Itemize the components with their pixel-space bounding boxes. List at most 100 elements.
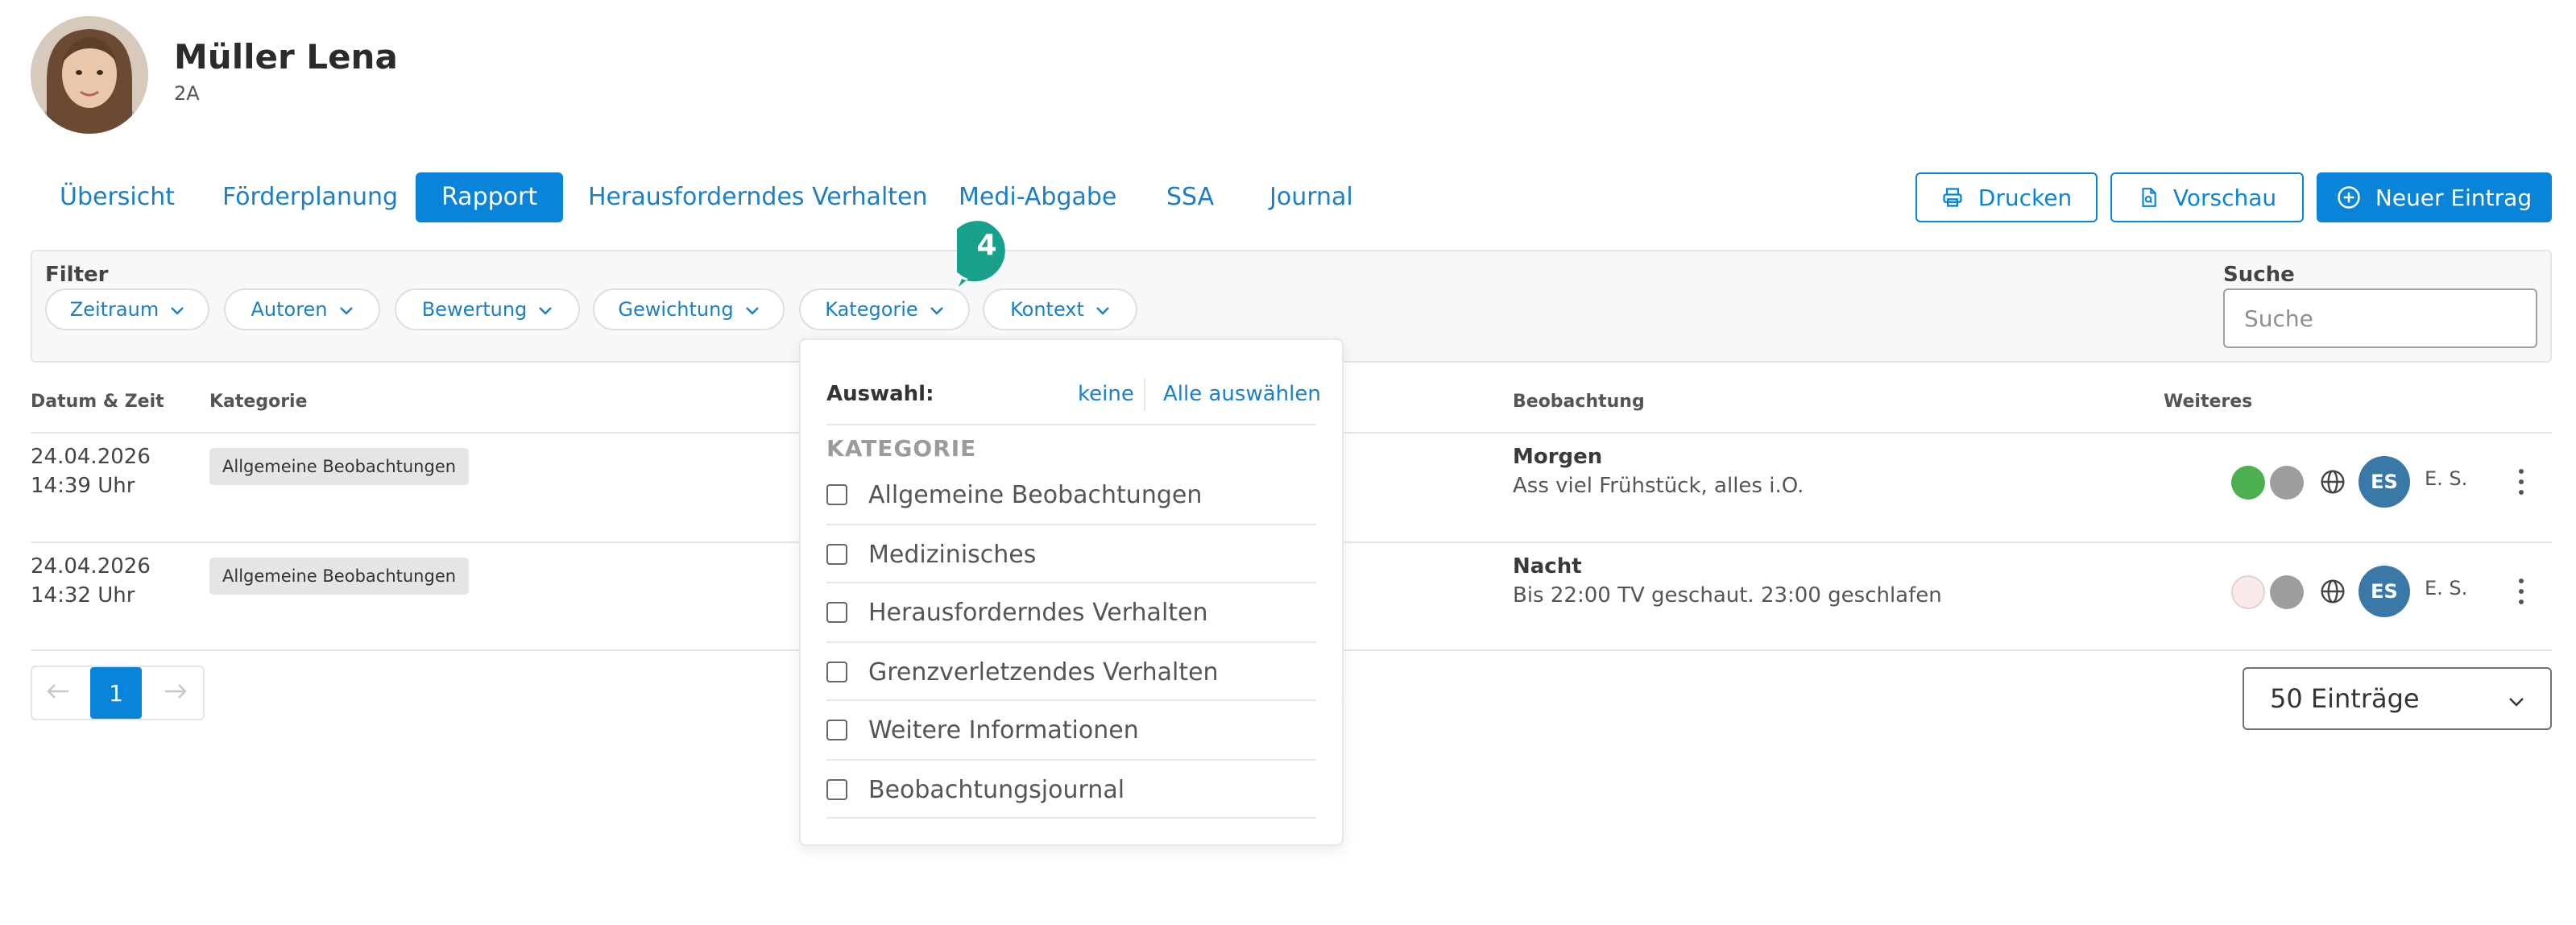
chevron-down-icon	[1095, 298, 1110, 321]
chip-label: Kontext	[1010, 298, 1084, 321]
print-button[interactable]: Drucken	[1915, 172, 2098, 222]
page-button-current[interactable]: 1	[90, 667, 142, 719]
category-option[interactable]: Weitere Informationen	[826, 701, 1316, 759]
category-option[interactable]: Herausforderndes Verhalten	[826, 583, 1316, 641]
page-size-select[interactable]: 50 Einträge	[2243, 667, 2552, 730]
weight-indicator	[2270, 466, 2304, 500]
chip-label: Gewichtung	[618, 298, 734, 321]
author-avatar: ES	[2359, 456, 2410, 508]
step-badge-number: 4	[976, 229, 997, 262]
checkbox[interactable]	[826, 720, 847, 740]
row-time: 14:32 Uhr	[31, 583, 135, 608]
checkbox[interactable]	[826, 779, 847, 800]
tab-journal[interactable]: Journal	[1269, 172, 1353, 222]
print-button-label: Drucken	[1978, 184, 2073, 211]
author-name: E. S.	[2425, 467, 2468, 490]
filter-chip-kontext[interactable]: Kontext	[983, 288, 1137, 330]
plus-circle-icon	[2337, 185, 2361, 209]
row-time: 14:39 Uhr	[31, 474, 135, 498]
select-all-link[interactable]: Alle auswählen	[1163, 382, 1321, 406]
column-header-observation: Beobachtung	[1513, 392, 1645, 412]
filter-chip-gewichtung[interactable]: Gewichtung	[593, 288, 785, 330]
row-date: 24.04.2026	[31, 445, 151, 469]
observation-title: Morgen	[1513, 445, 1603, 469]
checkbox[interactable]	[826, 662, 847, 682]
observation-text: Bis 22:00 TV geschaut. 23:00 geschlafen	[1513, 583, 1942, 608]
option-label: Herausforderndes Verhalten	[868, 598, 1208, 627]
tab-ssa[interactable]: SSA	[1166, 172, 1214, 222]
filter-chip-autoren[interactable]: Autoren	[224, 288, 380, 330]
globe-icon	[2320, 469, 2346, 498]
divider	[1144, 379, 1145, 411]
chevron-down-icon	[745, 298, 760, 321]
category-pill: Allgemeine Beobachtungen	[209, 448, 470, 485]
preview-button[interactable]: Vorschau	[2110, 172, 2304, 222]
observation-text: Ass viel Frühstück, alles i.O.	[1513, 474, 1804, 498]
category-option[interactable]: Beobachtungsjournal	[826, 761, 1316, 819]
dropdown-heading: KATEGORIE	[826, 435, 977, 462]
previous-page-button[interactable]	[32, 667, 84, 719]
page-size-value: 50 Einträge	[2270, 683, 2420, 714]
filter-chip-zeitraum[interactable]: Zeitraum	[45, 288, 209, 330]
column-header-datetime: Datum & Zeit	[31, 392, 164, 412]
weight-indicator	[2270, 575, 2304, 609]
search-input[interactable]	[2223, 288, 2537, 348]
student-class: 2A	[174, 82, 200, 105]
chevron-down-icon	[930, 298, 944, 321]
more-options-icon[interactable]	[2513, 466, 2529, 498]
search-label: Suche	[2223, 263, 2295, 287]
chevron-down-icon	[339, 298, 354, 321]
filter-chip-bewertung[interactable]: Bewertung	[395, 288, 580, 330]
new-entry-button[interactable]: Neuer Eintrag	[2317, 172, 2552, 222]
select-none-link[interactable]: keine	[1078, 382, 1134, 406]
tab-medi-abgabe[interactable]: Medi-Abgabe	[959, 172, 1116, 222]
filter-chip-kategorie[interactable]: Kategorie	[799, 288, 970, 330]
new-entry-button-label: Neuer Eintrag	[2375, 184, 2533, 211]
preview-button-label: Vorschau	[2172, 184, 2277, 211]
column-header-more: Weiteres	[2164, 392, 2253, 412]
category-option[interactable]: Allgemeine Beobachtungen	[826, 466, 1316, 524]
selection-label: Auswahl:	[826, 382, 934, 406]
category-pill: Allgemeine Beobachtungen	[209, 558, 470, 595]
tab-foerderplanung[interactable]: Förderplanung	[222, 172, 398, 222]
more-options-icon[interactable]	[2513, 575, 2529, 608]
tab-rapport[interactable]: Rapport	[416, 172, 564, 222]
author-name: E. S.	[2425, 577, 2468, 599]
next-page-button[interactable]	[150, 667, 201, 719]
observation-title: Nacht	[1513, 554, 1582, 579]
chip-label: Autoren	[251, 298, 328, 321]
option-label: Allgemeine Beobachtungen	[868, 480, 1203, 509]
tab-uebersicht[interactable]: Übersicht	[60, 172, 175, 222]
document-icon	[2138, 186, 2159, 209]
chevron-down-icon	[170, 298, 184, 321]
chevron-down-icon	[2508, 683, 2524, 714]
tab-herausforderndes-verhalten[interactable]: Herausforderndes Verhalten	[588, 172, 928, 222]
rating-indicator	[2231, 466, 2265, 500]
checkbox[interactable]	[826, 602, 847, 623]
filter-title: Filter	[45, 263, 109, 287]
author-avatar: ES	[2359, 566, 2410, 617]
option-label: Medizinisches	[868, 540, 1037, 569]
option-label: Beobachtungsjournal	[868, 775, 1125, 804]
chip-label: Bewertung	[421, 298, 528, 321]
globe-icon	[2320, 579, 2346, 608]
divider	[826, 424, 1316, 425]
row-date: 24.04.2026	[31, 554, 151, 579]
printer-icon	[1941, 186, 1964, 209]
chip-label: Zeitraum	[69, 298, 159, 321]
category-option[interactable]: Grenzverletzendes Verhalten	[826, 643, 1316, 701]
chevron-down-icon	[538, 298, 553, 321]
arrow-right-icon	[164, 683, 188, 703]
chip-label: Kategorie	[825, 298, 918, 321]
category-option[interactable]: Medizinisches	[826, 525, 1316, 583]
student-name: Müller Lena	[174, 37, 398, 77]
divider	[826, 817, 1316, 819]
step-badge: 4	[947, 221, 1017, 287]
checkbox[interactable]	[826, 484, 847, 505]
student-avatar	[31, 16, 148, 134]
checkbox[interactable]	[826, 544, 847, 565]
rating-indicator	[2231, 575, 2265, 609]
option-label: Weitere Informationen	[868, 716, 1139, 745]
arrow-left-icon	[46, 683, 70, 703]
option-label: Grenzverletzendes Verhalten	[868, 657, 1219, 686]
